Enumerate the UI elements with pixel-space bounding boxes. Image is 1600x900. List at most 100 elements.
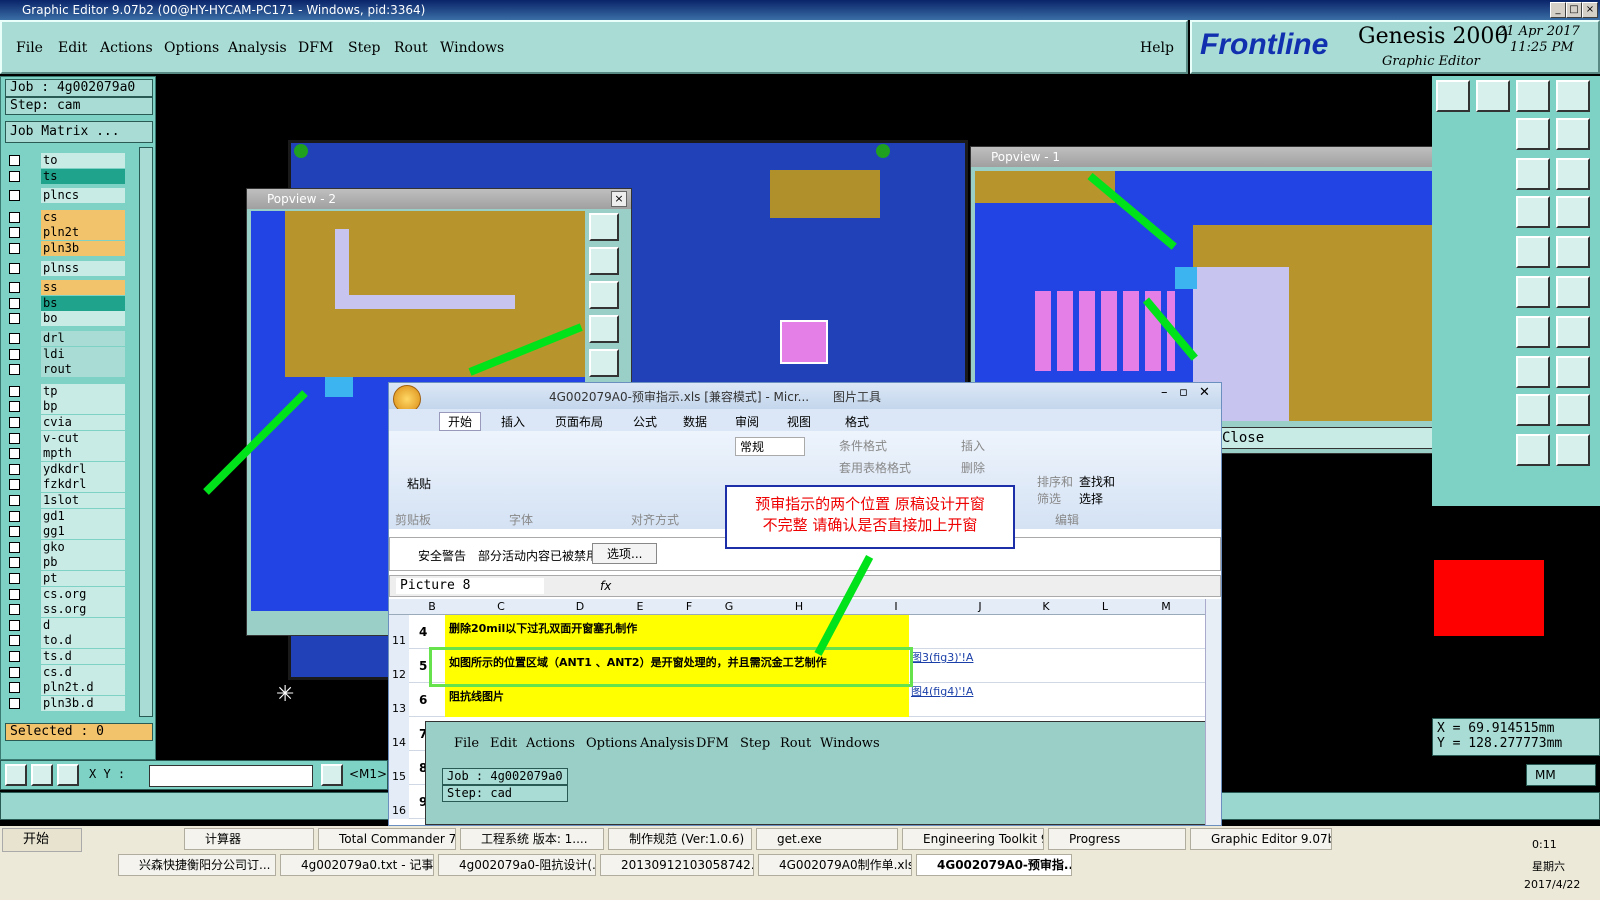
- column-header[interactable]: F: [669, 600, 709, 613]
- menu-file[interactable]: File: [16, 40, 43, 56]
- layer-checkbox[interactable]: [9, 510, 20, 522]
- preview-thumbnail[interactable]: [1434, 560, 1544, 636]
- taskbar-item[interactable]: get.exe: [756, 828, 898, 850]
- excel-maximize-icon[interactable]: ▫: [1179, 385, 1188, 400]
- tab-home[interactable]: 开始: [439, 412, 482, 431]
- tab-review[interactable]: 审阅: [735, 413, 759, 430]
- layer-row[interactable]: gd1: [7, 508, 125, 524]
- delete-cells-button[interactable]: 删除: [961, 459, 985, 476]
- info-icon[interactable]: [321, 764, 343, 786]
- inner-menu-actions[interactable]: Actions: [526, 736, 575, 751]
- menu-step[interactable]: Step: [348, 40, 380, 56]
- insert-cells-button[interactable]: 插入: [961, 437, 985, 454]
- menu-windows[interactable]: Windows: [440, 40, 504, 56]
- row-header[interactable]: 12: [389, 649, 409, 683]
- layer-name[interactable]: pln3b.d: [41, 695, 125, 711]
- pointer2-icon[interactable]: [1556, 434, 1590, 466]
- column-header[interactable]: E: [611, 600, 669, 613]
- layer-row[interactable]: ss: [7, 280, 125, 296]
- layer-row[interactable]: pln3b.d: [7, 695, 125, 711]
- taskbar-item[interactable]: Progress: [1048, 828, 1186, 850]
- line-icon[interactable]: [1516, 276, 1550, 308]
- inner-menu-options[interactable]: Options: [586, 736, 637, 751]
- minimize-button[interactable]: _: [1550, 2, 1566, 18]
- column-header[interactable]: G: [709, 600, 749, 613]
- fit-icon[interactable]: [1516, 118, 1550, 150]
- layer-checkbox[interactable]: [9, 282, 20, 294]
- inner-menu-step[interactable]: Step: [740, 736, 770, 751]
- layer-name[interactable]: ts.d: [41, 649, 125, 664]
- layer-name[interactable]: plncs: [41, 188, 125, 204]
- column-header[interactable]: I: [849, 600, 943, 613]
- layer-row[interactable]: pln2t: [7, 225, 125, 241]
- tab-format[interactable]: 格式: [845, 413, 869, 430]
- snap-grid-icon[interactable]: [57, 764, 79, 786]
- layer-row[interactable]: bs: [7, 295, 125, 311]
- layer-row[interactable]: plncs: [7, 188, 125, 204]
- layer-checkbox[interactable]: [9, 297, 20, 309]
- ratio-icon[interactable]: [1516, 158, 1550, 190]
- layer-checkbox[interactable]: [9, 604, 20, 616]
- layer-row[interactable]: 1slot: [7, 493, 125, 508]
- menu-actions[interactable]: Actions: [100, 40, 153, 56]
- layer-checkbox[interactable]: [9, 682, 20, 694]
- layer-name[interactable]: drl: [41, 331, 125, 346]
- layer-row[interactable]: pb: [7, 555, 125, 571]
- width-icon[interactable]: [1516, 356, 1550, 388]
- item-link[interactable]: 图3(fig3)'!A: [911, 651, 981, 665]
- popview-2-close-icon[interactable]: ×: [611, 191, 627, 207]
- layer-row[interactable]: d: [7, 617, 125, 633]
- layer-checkbox[interactable]: [9, 588, 20, 600]
- layer-checkbox[interactable]: [9, 417, 20, 428]
- layer-name[interactable]: ydkdrl: [41, 461, 125, 477]
- layer-row[interactable]: to: [7, 153, 125, 168]
- layer-name[interactable]: to.d: [41, 633, 125, 649]
- number-format-select[interactable]: 常规: [735, 437, 805, 456]
- layer-name[interactable]: fzkdrl: [41, 477, 125, 493]
- menu-dfm[interactable]: DFM: [298, 40, 333, 56]
- row-header[interactable]: 16: [389, 785, 409, 819]
- menu-analysis[interactable]: Analysis: [228, 40, 287, 56]
- layer-row[interactable]: pln3b: [7, 241, 125, 256]
- inner-menu-analysis[interactable]: Analysis: [640, 736, 695, 751]
- close-button[interactable]: ×: [1582, 2, 1598, 18]
- inner-menu-dfm[interactable]: DFM: [696, 736, 729, 751]
- grid2-icon[interactable]: [1556, 196, 1590, 228]
- connect-icon[interactable]: [1556, 276, 1590, 308]
- grid-icon[interactable]: [1516, 196, 1550, 228]
- layer-name[interactable]: pb: [41, 555, 125, 571]
- layer-checkbox[interactable]: [9, 364, 20, 376]
- layer-row[interactable]: drl: [7, 331, 125, 346]
- help-icon[interactable]: [1556, 158, 1590, 190]
- fx-button[interactable]: fx: [600, 579, 611, 593]
- text-icon[interactable]: [1516, 394, 1550, 426]
- layer-checkbox[interactable]: [9, 385, 20, 397]
- layer-row[interactable]: bo: [7, 311, 125, 327]
- layer-checkbox[interactable]: [9, 573, 20, 584]
- layer-name[interactable]: tp: [41, 383, 125, 399]
- layer-checkbox[interactable]: [9, 227, 20, 239]
- table-format-button[interactable]: 套用表格格式: [839, 459, 911, 476]
- house-icon[interactable]: [1516, 80, 1550, 112]
- tab-page-layout[interactable]: 页面布局: [555, 413, 603, 430]
- layer-name[interactable]: ts: [41, 168, 125, 184]
- layer-name[interactable]: ss: [41, 280, 125, 296]
- maximize-button[interactable]: □: [1566, 2, 1582, 18]
- layer-checkbox[interactable]: [9, 697, 20, 709]
- layer-checkbox[interactable]: [9, 243, 20, 254]
- layer-name[interactable]: v-cut: [41, 430, 125, 446]
- home-icon[interactable]: [589, 315, 619, 343]
- layer-row[interactable]: fzkdrl: [7, 477, 125, 493]
- layer-checkbox[interactable]: [9, 619, 20, 631]
- item-text[interactable]: 阻抗线图片: [445, 683, 909, 717]
- taskbar-item[interactable]: Engineering Toolkit 9....: [902, 828, 1044, 850]
- column-header[interactable]: B: [411, 600, 453, 613]
- layer-row[interactable]: ldi: [7, 346, 125, 362]
- column-header[interactable]: K: [1017, 600, 1075, 613]
- column-header[interactable]: J: [943, 600, 1017, 613]
- tab-data[interactable]: 数据: [683, 413, 707, 430]
- layer-name[interactable]: bs: [41, 295, 125, 311]
- layer-checkbox[interactable]: [9, 190, 20, 202]
- layer-name[interactable]: pln2t: [41, 225, 125, 241]
- layer-name[interactable]: cs.d: [41, 664, 125, 680]
